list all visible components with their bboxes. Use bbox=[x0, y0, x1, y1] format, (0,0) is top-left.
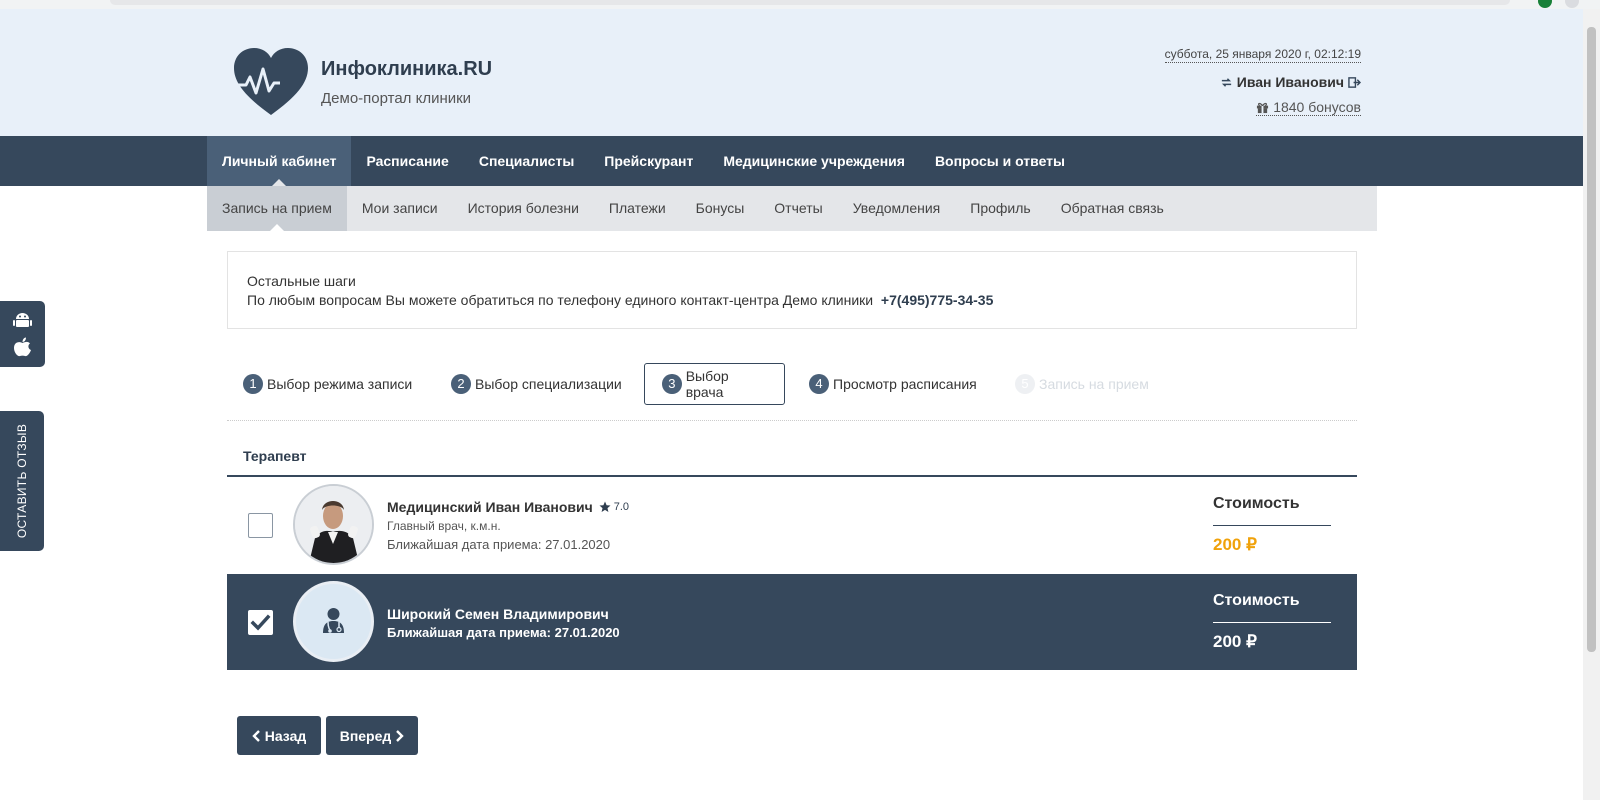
main-navigation: Личный кабинет Расписание Специалисты Пр… bbox=[0, 136, 1583, 186]
doctor-row[interactable]: Медицинский Иван Иванович 7.0 Главный вр… bbox=[227, 477, 1357, 573]
bonus-count[interactable]: 1840 бонусов bbox=[1273, 99, 1361, 115]
sub-nav-notifications[interactable]: Уведомления bbox=[838, 186, 956, 231]
main-nav-price-list[interactable]: Прейскурант bbox=[589, 136, 708, 186]
doctor-rating-value: 7.0 bbox=[613, 501, 630, 513]
switch-user-icon[interactable] bbox=[1220, 76, 1233, 89]
step-number: 4 bbox=[809, 374, 829, 394]
doctor-name[interactable]: Медицинский Иван Иванович bbox=[387, 499, 593, 515]
doctor-select-checkbox-checked[interactable] bbox=[248, 610, 273, 635]
bonus-link[interactable]: 1840 бонусов bbox=[1256, 99, 1361, 116]
browser-extension-icon[interactable] bbox=[1538, 0, 1552, 8]
logout-icon[interactable] bbox=[1348, 76, 1361, 89]
price-divider bbox=[1213, 622, 1331, 623]
doctor-name[interactable]: Широкий Семен Владимирович bbox=[387, 606, 609, 622]
user-menu[interactable]: Иван Иванович bbox=[1220, 74, 1361, 90]
price-label: Стоимость bbox=[1213, 495, 1300, 512]
leave-review-label[interactable]: ОСТАВИТЬ ОТЗЫВ bbox=[15, 424, 29, 538]
back-button-label[interactable]: Назад bbox=[265, 728, 307, 744]
mobile-apps-panel bbox=[0, 301, 45, 367]
contact-phone[interactable]: +7(495)775-34-35 bbox=[881, 292, 993, 308]
doctor-nearest-date: Ближайшая дата приема: 27.01.2020 bbox=[387, 537, 611, 552]
info-box: Остальные шаги По любым вопросам Вы може… bbox=[227, 251, 1357, 329]
browser-profile-icon[interactable] bbox=[1565, 0, 1579, 8]
sub-nav-feedback[interactable]: Обратная связь bbox=[1046, 186, 1179, 231]
step-label: Запись на прием bbox=[1039, 376, 1149, 392]
site-name[interactable]: Инфоклиника.RU bbox=[321, 58, 492, 81]
step-3[interactable]: 3 Выбор врача bbox=[644, 363, 785, 405]
browser-top-strip bbox=[0, 0, 1600, 9]
sub-nav-bonuses[interactable]: Бонусы bbox=[681, 186, 760, 231]
doctor-select-checkbox[interactable] bbox=[248, 513, 273, 538]
price-divider bbox=[1213, 525, 1331, 526]
price-label: Стоимость bbox=[1213, 592, 1300, 609]
main-nav-schedule[interactable]: Расписание bbox=[351, 136, 463, 186]
doctor-nearest-date: Ближайшая дата приема: 27.01.2020 bbox=[387, 625, 620, 640]
step-1[interactable]: 1 Выбор режима записи bbox=[243, 363, 412, 405]
user-name[interactable]: Иван Иванович bbox=[1237, 74, 1344, 90]
chevron-left-icon bbox=[252, 729, 260, 742]
doctor-rating: 7.0 bbox=[599, 501, 629, 513]
android-icon[interactable] bbox=[13, 311, 32, 329]
current-datetime[interactable]: суббота, 25 января 2020 г, 02:12:19 bbox=[1164, 47, 1361, 63]
sub-navigation: Запись на прием Мои записи История болез… bbox=[207, 186, 1377, 231]
doctor-name-row: Широкий Семен Владимирович bbox=[387, 606, 609, 622]
doctor-photo-icon bbox=[295, 486, 372, 563]
site-header: Инфоклиника.RU Демо-портал клиники суббо… bbox=[0, 9, 1583, 136]
heart-pulse-logo-icon[interactable] bbox=[232, 47, 310, 117]
main-nav-faq[interactable]: Вопросы и ответы bbox=[920, 136, 1080, 186]
chevron-right-icon bbox=[396, 729, 404, 742]
info-heading: Остальные шаги bbox=[247, 273, 356, 289]
sub-nav-my-records[interactable]: Мои записи bbox=[347, 186, 453, 231]
doctor-name-row: Медицинский Иван Иванович 7.0 bbox=[387, 499, 629, 515]
booking-steps: 1 Выбор режима записи 2 Выбор специализа… bbox=[227, 363, 1357, 421]
main-nav-specialists[interactable]: Специалисты bbox=[464, 136, 589, 186]
step-2[interactable]: 2 Выбор специализации bbox=[451, 363, 622, 405]
gift-icon bbox=[1257, 102, 1269, 113]
step-number: 3 bbox=[662, 374, 682, 394]
back-button[interactable]: Назад bbox=[237, 716, 321, 755]
info-text: По любым вопросам Вы можете обратиться п… bbox=[247, 292, 993, 308]
doctor-avatar-placeholder bbox=[293, 581, 374, 662]
star-icon bbox=[599, 501, 611, 512]
doctor-placeholder-icon bbox=[323, 608, 344, 633]
step-5: 5 Запись на прием bbox=[1015, 363, 1149, 405]
step-number: 5 bbox=[1015, 374, 1035, 394]
sub-nav-payments[interactable]: Платежи bbox=[594, 186, 681, 231]
doctor-row-selected[interactable]: Широкий Семен Владимирович Ближайшая дат… bbox=[227, 574, 1357, 670]
doctor-position: Главный врач, к.м.н. bbox=[387, 519, 501, 533]
site-subtitle: Демо-портал клиники bbox=[321, 90, 472, 107]
main-nav-personal-account[interactable]: Личный кабинет bbox=[207, 136, 352, 186]
checkmark-icon bbox=[250, 614, 271, 631]
browser-address-bar-edge bbox=[110, 0, 1510, 5]
step-label[interactable]: Выбор специализации bbox=[475, 376, 622, 392]
step-label[interactable]: Просмотр расписания bbox=[833, 376, 977, 392]
info-contact-text: По любым вопросам Вы можете обратиться п… bbox=[247, 292, 874, 308]
specialization-title: Терапевт bbox=[243, 448, 307, 464]
price-value: 200 ₽ bbox=[1213, 535, 1257, 554]
leave-review-tab[interactable]: ОСТАВИТЬ ОТЗЫВ bbox=[0, 411, 44, 551]
main-nav-medical-institutions[interactable]: Медицинские учреждения bbox=[708, 136, 920, 186]
sub-nav-profile[interactable]: Профиль bbox=[955, 186, 1045, 231]
next-button[interactable]: Вперед bbox=[326, 716, 418, 755]
sub-nav-reports[interactable]: Отчеты bbox=[759, 186, 837, 231]
apple-icon[interactable] bbox=[13, 337, 32, 357]
price-value: 200 ₽ bbox=[1213, 632, 1257, 651]
next-button-label[interactable]: Вперед bbox=[340, 728, 392, 744]
step-label[interactable]: Выбор врача bbox=[686, 368, 769, 400]
page-scrollbar[interactable] bbox=[1583, 9, 1600, 800]
sub-nav-appointment[interactable]: Запись на прием bbox=[207, 186, 347, 231]
doctor-avatar bbox=[293, 484, 374, 565]
step-number: 2 bbox=[451, 374, 471, 394]
step-label[interactable]: Выбор режима записи bbox=[267, 376, 412, 392]
sub-nav-medical-history[interactable]: История болезни bbox=[453, 186, 594, 231]
scrollbar-thumb[interactable] bbox=[1587, 27, 1596, 652]
step-number: 1 bbox=[243, 374, 263, 394]
step-4[interactable]: 4 Просмотр расписания bbox=[809, 363, 977, 405]
